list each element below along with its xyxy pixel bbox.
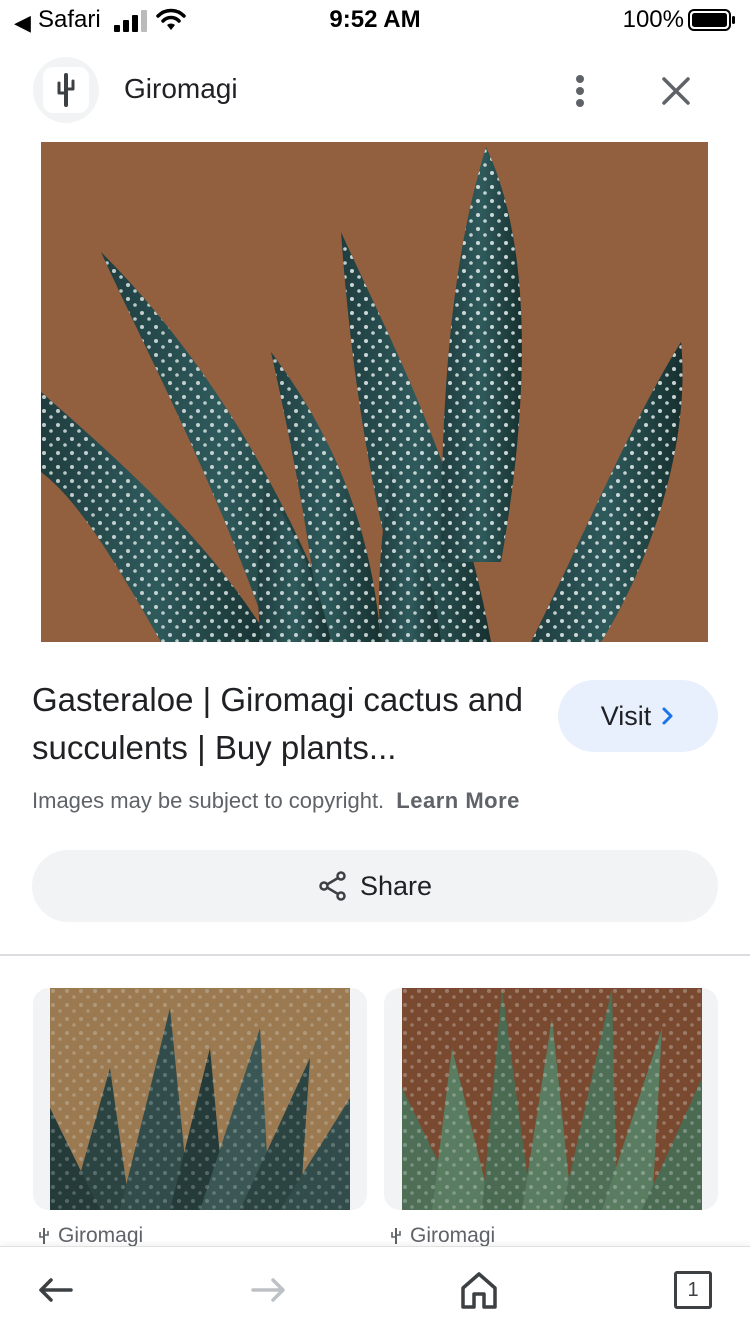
close-button[interactable] (654, 69, 698, 113)
main-result-image[interactable] (41, 142, 708, 642)
related-source[interactable]: Giromagi (390, 1224, 495, 1248)
cactus-icon (39, 1228, 49, 1244)
forward-button[interactable] (244, 1267, 294, 1313)
status-bar: ◀ Safari 9:52 AM 100% (0, 0, 750, 40)
tabs-button[interactable]: 1 (668, 1267, 718, 1313)
learn-more-link[interactable]: Learn More (396, 788, 520, 813)
share-label: Share (359, 870, 433, 901)
visit-button[interactable]: Visit (558, 680, 718, 752)
related-source-label: Giromagi (410, 1224, 496, 1247)
cactus-logo-icon (43, 67, 89, 113)
related-image (402, 988, 702, 1210)
tab-count: 1 (687, 1278, 699, 1301)
more-options-button[interactable] (560, 69, 600, 113)
related-image-card[interactable] (384, 988, 718, 1210)
tabs-icon: 1 (674, 1271, 712, 1309)
result-title[interactable]: Gasteraloe | Giromagi cactus and succule… (32, 676, 532, 772)
home-icon (461, 1272, 497, 1309)
share-button[interactable]: Share (32, 850, 718, 922)
related-image-card[interactable] (33, 988, 367, 1210)
copyright-notice: Images may be subject to copyright. Lear… (32, 788, 520, 814)
home-button[interactable] (454, 1267, 504, 1313)
related-source[interactable]: Giromagi (38, 1224, 143, 1248)
battery-icon (688, 9, 735, 31)
result-header: Giromagi (0, 55, 750, 125)
chevron-right-icon (662, 707, 673, 725)
site-avatar[interactable] (33, 57, 99, 123)
related-source-label: Giromagi (58, 1224, 144, 1247)
copyright-text: Images may be subject to copyright. (32, 788, 385, 813)
bottom-toolbar: 1 (0, 1246, 750, 1334)
close-icon (662, 77, 690, 105)
cactus-icon (391, 1228, 401, 1244)
battery-percent: 100% (622, 6, 684, 33)
back-arrow-icon (39, 1278, 73, 1302)
visit-label: Visit (600, 700, 652, 731)
forward-arrow-icon (251, 1278, 285, 1302)
more-vert-icon (576, 75, 584, 107)
site-name[interactable]: Giromagi (124, 73, 238, 105)
share-icon (319, 871, 346, 901)
related-image (50, 988, 350, 1210)
back-button[interactable] (30, 1267, 80, 1313)
section-divider (0, 954, 750, 956)
